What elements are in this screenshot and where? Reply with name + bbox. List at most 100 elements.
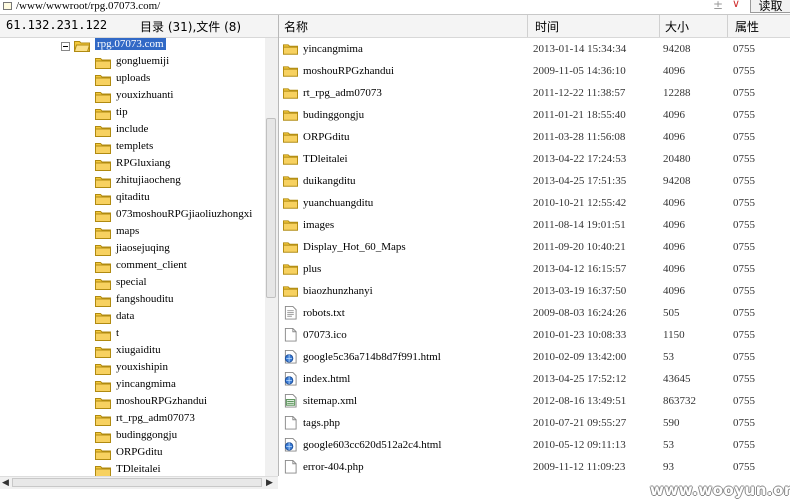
file-attr: 0755: [733, 329, 755, 341]
html-file-icon: [284, 372, 297, 386]
file-row[interactable]: index.html 2013-04-25 17:52:12 43645 0755: [279, 368, 790, 390]
folder-icon: [283, 154, 298, 165]
blank-file-icon: [284, 416, 297, 430]
file-size: 94208: [663, 43, 691, 55]
file-row[interactable]: images 2011-08-14 19:01:51 4096 0755: [279, 214, 790, 236]
file-attr: 0755: [733, 263, 755, 275]
file-row[interactable]: tags.php 2010-07-21 09:55:27 590 0755: [279, 412, 790, 434]
horizontal-scrollbar[interactable]: ◀ ▶: [0, 476, 278, 489]
tree-folder-label: youxishipin: [116, 361, 168, 373]
folder-icon: [95, 364, 111, 375]
file-name: tags.php: [303, 417, 340, 429]
folder-icon: [95, 313, 111, 324]
folder-icon: [283, 132, 298, 143]
file-time: 2011-01-21 18:55:40: [533, 109, 626, 121]
open-folder-icon: [74, 41, 90, 52]
file-attr: 0755: [733, 87, 755, 99]
path-input[interactable]: [16, 0, 706, 13]
column-header-size[interactable]: 大小: [665, 18, 689, 35]
file-size: 43645: [663, 373, 691, 385]
scroll-right-arrow-icon[interactable]: ▶: [266, 478, 273, 488]
file-size: 93: [663, 461, 674, 473]
folder-icon: [283, 110, 298, 121]
vertical-scrollbar[interactable]: [265, 38, 278, 476]
tree-folder-label: uploads: [116, 72, 151, 84]
file-name: error-404.php: [303, 461, 364, 473]
file-time: 2009-11-12 11:09:23: [533, 461, 626, 473]
file-row[interactable]: duikangditu 2013-04-25 17:51:35 94208 0755: [279, 170, 790, 192]
file-attr: 0755: [733, 43, 755, 55]
file-size: 20480: [663, 153, 691, 165]
file-row[interactable]: ORPGditu 2011-03-28 11:56:08 4096 0755: [279, 126, 790, 148]
file-row[interactable]: yuanchuangditu 2010-10-21 12:55:42 4096 075…: [279, 192, 790, 214]
file-row[interactable]: yincangmima 2013-01-14 15:34:34 94208 0755: [279, 38, 790, 60]
file-name: plus: [303, 263, 322, 275]
file-row[interactable]: google5c36a714b8d7f991.html 2010-02-09 13…: [279, 346, 790, 368]
file-size: 4096: [663, 285, 685, 297]
file-time: 2011-08-14 19:01:51: [533, 219, 626, 231]
tree-folder-label: qitaditu: [116, 191, 150, 203]
file-name: images: [303, 219, 335, 231]
chevron-down-icon[interactable]: ∨: [728, 0, 744, 11]
file-name: moshouRPGzhandui: [303, 65, 395, 77]
file-row[interactable]: Display_Hot_60_Maps 2011-09-20 10:40:21 40…: [279, 236, 790, 258]
folder-icon: [95, 330, 111, 341]
tree-folder-label: zhitujiaocheng: [116, 174, 181, 186]
folder-icon: [95, 160, 111, 171]
file-attr: 0755: [733, 131, 755, 143]
file-attr: 0755: [733, 197, 755, 209]
file-name: budinggongju: [303, 109, 365, 121]
file-attr: 0755: [733, 417, 755, 429]
file-attr: 0755: [733, 175, 755, 187]
tree-header: 61.132.231.122 目录 (31),文件 (8): [0, 15, 278, 38]
folder-icon: [95, 432, 111, 443]
file-row[interactable]: sitemap.xml 2012-08-16 13:49:51 863732 0755: [279, 390, 790, 412]
folder-icon: [283, 220, 298, 231]
column-header-time[interactable]: 时间: [535, 18, 559, 35]
file-row[interactable]: robots.txt 2009-08-03 16:24:26 505 0755: [279, 302, 790, 324]
tree-root-label: rpg.07073.com: [95, 38, 166, 50]
column-header-name[interactable]: 名称: [284, 18, 308, 35]
file-row[interactable]: rt_rpg_adm07073 2011-12-22 11:38:57 12288 0…: [279, 82, 790, 104]
column-header-attr[interactable]: 属性: [735, 18, 759, 35]
horizontal-scroll-thumb[interactable]: [12, 478, 262, 487]
file-name: google603cc620d512a2c4.html: [303, 439, 442, 451]
file-size: 1150: [663, 329, 685, 341]
file-row[interactable]: budinggongju 2011-01-21 18:55:40 4096 0755: [279, 104, 790, 126]
file-size: 4096: [663, 219, 685, 231]
file-time: 2013-04-22 17:24:53: [533, 153, 627, 165]
file-name: google5c36a714b8d7f991.html: [303, 351, 441, 363]
file-attr: 0755: [733, 109, 755, 121]
file-row[interactable]: TDleitalei 2013-04-22 17:24:53 20480 0755: [279, 148, 790, 170]
scroll-left-arrow-icon[interactable]: ◀: [2, 478, 9, 488]
plus-icon[interactable]: ±: [712, 0, 724, 12]
file-row[interactable]: 07073.ico 2010-01-23 10:08:33 1150 0755: [279, 324, 790, 346]
column-divider[interactable]: [527, 15, 528, 37]
directory-tree-pane: 61.132.231.122 目录 (31),文件 (8) rpg.07073.…: [0, 15, 279, 489]
file-name: Display_Hot_60_Maps: [303, 241, 406, 253]
folder-icon: [95, 228, 111, 239]
file-name: rt_rpg_adm07073: [303, 87, 382, 99]
file-row[interactable]: biaozhunzhanyi 2013-03-19 16:37:50 4096 075…: [279, 280, 790, 302]
file-time: 2010-07-21 09:55:27: [533, 417, 627, 429]
file-row[interactable]: moshouRPGzhandui 2009-11-05 14:36:10 4096 0…: [279, 60, 790, 82]
collapse-icon[interactable]: [61, 42, 70, 51]
file-time: 2010-01-23 10:08:33: [533, 329, 627, 341]
vertical-scroll-thumb[interactable]: [266, 118, 276, 298]
folder-icon: [95, 449, 111, 460]
tree-folder-label: youxizhuanti: [116, 89, 174, 101]
file-row[interactable]: google603cc620d512a2c4.html 2010-05-12 09…: [279, 434, 790, 456]
column-divider[interactable]: [659, 15, 660, 37]
file-time: 2010-05-12 09:11:13: [533, 439, 626, 451]
file-time: 2010-02-09 13:42:00: [533, 351, 627, 363]
tree-folder-label: jiaosejuqing: [116, 242, 170, 254]
folder-icon: [95, 262, 111, 273]
file-attr: 0755: [733, 65, 755, 77]
tree-folder-label: include: [116, 123, 149, 135]
column-divider[interactable]: [727, 15, 728, 37]
file-row[interactable]: error-404.php 2009-11-12 11:09:23 93 0755: [279, 456, 790, 478]
file-row[interactable]: plus 2013-04-12 16:15:57 4096 0755: [279, 258, 790, 280]
read-button[interactable]: 读取: [750, 0, 790, 13]
tree-folder-label: comment_client: [116, 259, 187, 271]
folder-icon: [95, 466, 111, 476]
